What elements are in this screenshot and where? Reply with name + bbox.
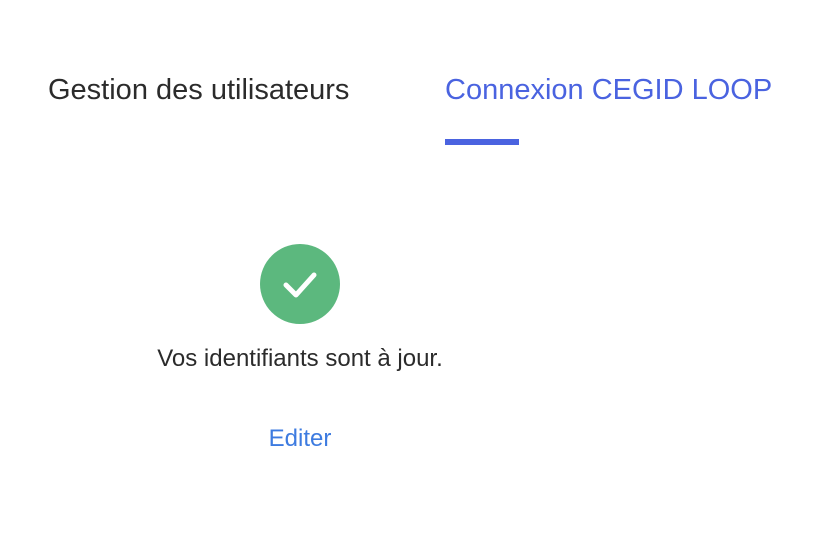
tab-cegid-loop-connection[interactable]: Connexion CEGID LOOP <box>445 70 772 110</box>
check-icon-graphic <box>260 244 340 324</box>
status-message: Vos identifiants sont à jour. <box>157 345 443 372</box>
tab-user-management[interactable]: Gestion des utilisateurs <box>48 70 349 110</box>
active-tab-indicator <box>445 139 519 145</box>
connection-status-panel: Vos identifiants sont à jour. Editer <box>100 244 500 474</box>
tab-bar: Gestion des utilisateurs Connexion CEGID… <box>0 0 828 150</box>
edit-credentials-link[interactable]: Editer <box>250 422 350 456</box>
check-circle-icon <box>260 244 340 324</box>
